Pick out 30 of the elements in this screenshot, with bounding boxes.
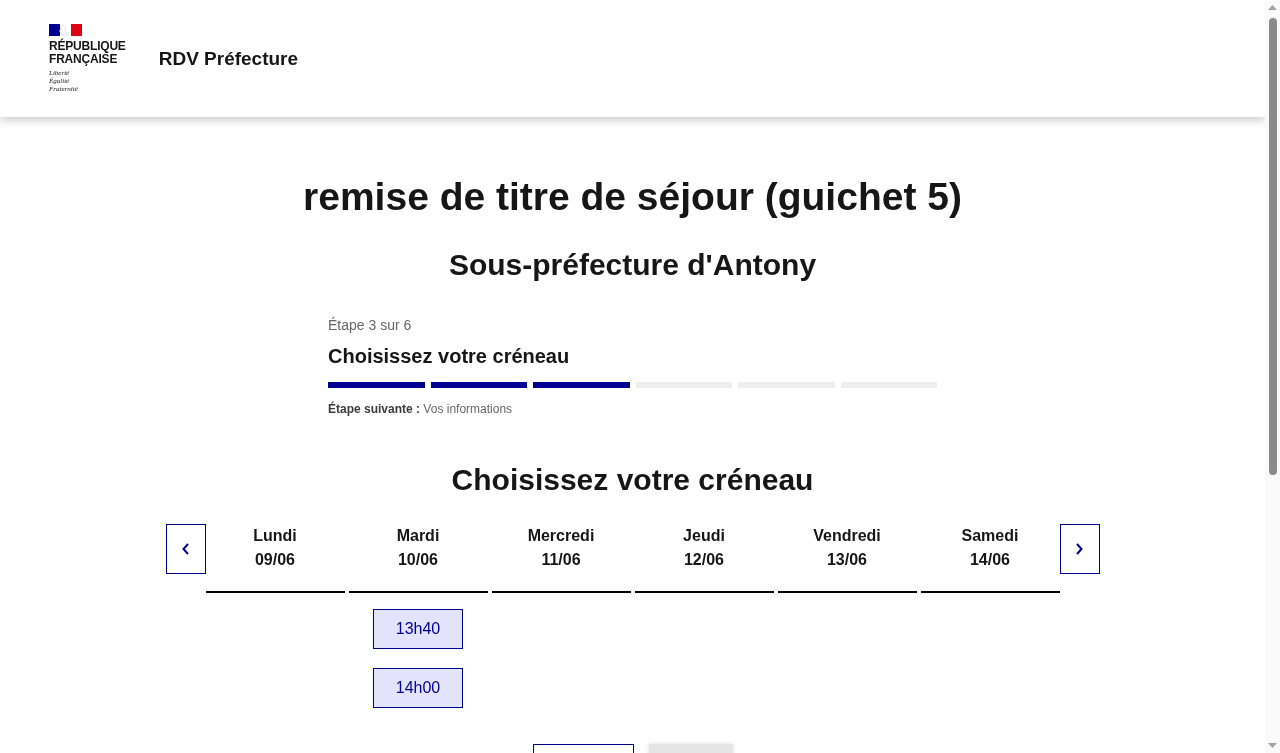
next-step-text: Étape suivante : Vos informations <box>328 401 514 417</box>
day-name: Lundi <box>253 526 297 546</box>
day-name: Samedi <box>961 526 1019 546</box>
time-slot-button[interactable]: 13h40 <box>373 609 463 649</box>
day-name: Mercredi <box>527 526 595 546</box>
step-title: Choisissez votre créneau <box>328 344 571 369</box>
day-date: 14/06 <box>969 550 1010 570</box>
day-date: 13/06 <box>826 550 867 570</box>
chevron-left-icon <box>182 543 189 555</box>
day-date: 09/06 <box>254 550 295 570</box>
scrollbar-thumb[interactable] <box>1268 18 1277 475</box>
day-name: Jeudi <box>683 526 725 546</box>
next-week-button[interactable] <box>1059 524 1100 574</box>
day-date: 12/06 <box>683 550 724 570</box>
previous-week-button[interactable] <box>165 524 206 574</box>
day-name: Vendredi <box>813 526 881 546</box>
time-slot-button[interactable]: 14h00 <box>373 668 463 708</box>
day-name: Mardi <box>396 526 440 546</box>
day-date: 10/06 <box>397 550 438 570</box>
calendar-title: Choisissez votre créneau <box>451 462 814 498</box>
site-name-link[interactable]: RDV Préfecture <box>158 46 299 71</box>
day-date: 11/06 <box>541 550 581 570</box>
step-counter: Étape 3 sur 6 <box>328 316 413 335</box>
scroll-down-arrow-icon[interactable] <box>1268 743 1277 748</box>
page-title: remise de titre de séjour (guichet 5) <box>303 174 962 220</box>
logo-text: RÉPUBLIQUE FRANÇAISE <box>49 40 126 66</box>
page-subtitle: Sous-préfecture d'Antony <box>448 247 817 283</box>
scroll-up-arrow-icon[interactable] <box>1268 5 1277 10</box>
flag-logo-icon <box>49 24 82 36</box>
chevron-right-icon <box>1076 543 1083 555</box>
